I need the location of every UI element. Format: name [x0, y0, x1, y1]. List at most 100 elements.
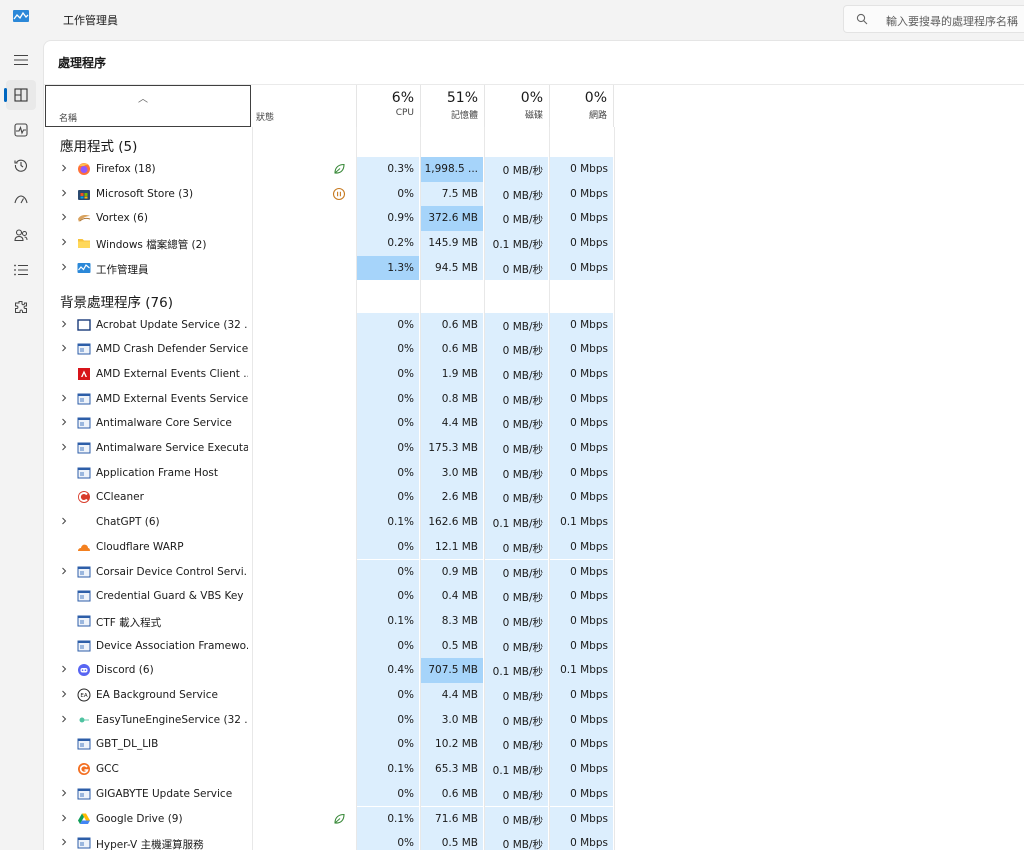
network-column-header[interactable]: 0% 網路 [549, 85, 614, 127]
process-row[interactable]: AMD Crash Defender Service 0% 0.6 MB 0 MB/秒… [44, 337, 1024, 362]
net-value: 0 Mbps [570, 187, 608, 200]
mem-value: 4.4 MB [441, 689, 478, 701]
chevron-right-icon[interactable] [60, 163, 68, 173]
name-column-header[interactable]: ︿ 名稱 [45, 85, 251, 127]
disk-value: 0 MB/秒 [502, 369, 543, 382]
network-column-label: 網路 [588, 111, 607, 121]
chevron-right-icon[interactable] [60, 212, 68, 222]
disk-value: 0 MB/秒 [502, 263, 543, 276]
mem-value: 3.0 MB [441, 466, 478, 479]
net-value: 0 Mbps [570, 590, 608, 603]
cpu-total-percent: 6% [391, 90, 414, 106]
chevron-right-icon[interactable] [60, 343, 68, 353]
history-icon [14, 159, 27, 172]
cpu-value: 0% [397, 565, 414, 578]
process-row[interactable]: GCC 0.1% 65.3 MB 0.1 MB/秒 0 Mbps [44, 757, 1024, 782]
nav-startup-apps[interactable] [6, 185, 36, 215]
process-row[interactable]: Acrobat Update Service (32 ... 0% 0.6 MB 0 … [44, 312, 1024, 338]
net-value: 0 Mbps [570, 392, 608, 405]
store-icon [78, 189, 90, 200]
disk-value: 0 MB/秒 [502, 214, 543, 227]
process-row[interactable]: CCleaner 0% 2.6 MB 0 MB/秒 0 Mbps [44, 485, 1024, 511]
nav-rail [0, 40, 42, 850]
process-row[interactable]: Vortex (6) 0.9% 372.6 MB 0 MB/秒 0 Mbps [44, 206, 1024, 232]
process-row[interactable]: AMD External Events Client ... 0% 1.9 MB 0 … [44, 361, 1024, 387]
cpu-value: 0% [397, 837, 414, 850]
service-icon [77, 640, 91, 652]
process-row[interactable]: GIGABYTE Update Service 0% 0.6 MB 0 MB/秒 0 M… [44, 781, 1024, 807]
chevron-right-icon[interactable] [60, 237, 68, 247]
status-column-header[interactable]: 狀態 [256, 110, 274, 123]
main-panel: 處理程序 ︿ 名稱 狀態 6% CPU 51% 記憶體 0% 磁碟 0% 網路 [43, 40, 1024, 850]
process-row[interactable]: Antimalware Core Service 0% 4.4 MB 0 MB/秒 0 … [44, 411, 1024, 436]
chevron-right-icon[interactable] [60, 813, 68, 823]
ccleaner-icon [78, 491, 90, 504]
disk-column-header[interactable]: 0% 磁碟 [484, 85, 549, 127]
process-row[interactable]: CTF 載入程式 0.1% 8.3 MB 0 MB/秒 0 Mbps [44, 608, 1024, 634]
title-bar: 工作管理員 輸入要搜尋的處理程序名稱 [0, 0, 1024, 40]
process-row[interactable]: Antimalware Service Executa... 0% 175.3 MB… [44, 436, 1024, 461]
process-row[interactable]: Firefox (18) 0.3% 1,998.5 ... 0 MB/秒 0 Mbps [44, 157, 1024, 182]
chevron-right-icon[interactable] [60, 417, 68, 427]
process-row[interactable]: ChatGPT (6) 0.1% 162.6 MB 0.1 MB/秒 0.1 Mbps [44, 510, 1024, 535]
process-name: Acrobat Update Service (32 ... [96, 318, 248, 331]
process-row[interactable]: Corsair Device Control Servi... 0% 0.9 MB 0… [44, 559, 1024, 585]
search-box[interactable]: 輸入要搜尋的處理程序名稱 [843, 5, 1024, 33]
cpu-column-header[interactable]: 6% CPU [356, 85, 420, 127]
column-divider [252, 127, 253, 850]
chevron-right-icon[interactable] [60, 319, 68, 329]
disk-total-percent: 0% [520, 90, 543, 106]
process-row[interactable]: Cloudflare WARP 0% 12.1 MB 0 MB/秒 0 Mbps [44, 534, 1024, 560]
chevron-right-icon[interactable] [60, 714, 68, 724]
name-column-label: 名稱 [59, 114, 78, 124]
chevron-right-icon[interactable] [60, 262, 68, 272]
net-value: 0 Mbps [570, 417, 608, 430]
chevron-right-icon[interactable] [60, 516, 68, 526]
nav-processes[interactable] [4, 80, 36, 110]
process-row[interactable]: 工作管理員 1.3% 94.5 MB 0 MB/秒 0 Mbps [44, 255, 1024, 281]
process-row[interactable]: GBT_DL_LIB 0% 10.2 MB 0 MB/秒 0 Mbps [44, 732, 1024, 758]
search-placeholder: 輸入要搜尋的處理程序名稱 [886, 15, 1018, 28]
process-name: AMD Crash Defender Service [96, 343, 248, 356]
nav-details[interactable] [6, 255, 36, 285]
process-row[interactable]: Application Frame Host 0% 3.0 MB 0 MB/秒 0 Mb… [44, 460, 1024, 486]
process-row[interactable]: EasyTuneEngineService (32 ... 0% 3.0 MB 0 M… [44, 707, 1024, 733]
chevron-right-icon[interactable] [60, 689, 68, 699]
process-row[interactable]: Microsoft Store (3) 0% 7.5 MB 0 MB/秒 0 Mbps [44, 181, 1024, 207]
process-row[interactable]: Hyper-V 主機運算服務 0% 0.5 MB 0 MB/秒 0 Mbps [44, 831, 1024, 850]
service-icon [77, 590, 91, 602]
search-icon [856, 13, 868, 25]
process-row[interactable]: AMD External Events Service... 0% 0.8 MB 0 … [44, 386, 1024, 412]
nav-services[interactable] [6, 292, 36, 322]
process-row[interactable]: Device Association Framewo... 0% 0.5 MB 0 M… [44, 633, 1024, 659]
memory-column-header[interactable]: 51% 記憶體 [420, 85, 484, 127]
hamburger-icon [14, 54, 28, 66]
service-icon [77, 738, 91, 750]
chevron-right-icon[interactable] [60, 837, 68, 847]
hamburger-menu-button[interactable] [6, 45, 36, 75]
net-value: 0 Mbps [570, 261, 608, 274]
chevron-right-icon[interactable] [60, 788, 68, 798]
process-row[interactable]: Windows 檔案總管 (2) 0.2% 145.9 MB 0.1 MB/秒 0 Mb… [44, 231, 1024, 256]
process-row[interactable]: Discord (6) 0.4% 707.5 MB 0.1 MB/秒 0.1 Mbps [44, 658, 1024, 683]
process-name: Antimalware Core Service [96, 417, 232, 430]
chevron-right-icon[interactable] [60, 188, 68, 198]
cpu-column-label: CPU [395, 108, 414, 118]
window-icon [77, 318, 91, 331]
disk-value: 0 MB/秒 [502, 345, 543, 358]
chevron-right-icon[interactable] [60, 566, 68, 576]
net-value: 0.1 Mbps [560, 664, 608, 677]
cpu-value: 0% [397, 466, 414, 479]
chevron-right-icon[interactable] [60, 393, 68, 403]
nav-app-history[interactable] [6, 150, 36, 180]
process-row[interactable]: EA EA Background Service 0% 4.4 MB 0 MB/秒 0 M… [44, 683, 1024, 708]
net-value: 0 Mbps [570, 787, 608, 800]
chevron-right-icon[interactable] [60, 664, 68, 674]
nav-performance[interactable] [6, 115, 36, 145]
process-row[interactable]: Credential Guard & VBS Key ... 0% 0.4 MB 0 … [44, 584, 1024, 609]
process-row[interactable]: Google Drive (9) 0.1% 71.6 MB 0 MB/秒 0 Mbps [44, 806, 1024, 832]
chevron-right-icon[interactable] [60, 442, 68, 452]
cpu-value: 0% [397, 491, 414, 504]
cpu-value: 0% [397, 367, 414, 380]
nav-users[interactable] [6, 220, 36, 250]
